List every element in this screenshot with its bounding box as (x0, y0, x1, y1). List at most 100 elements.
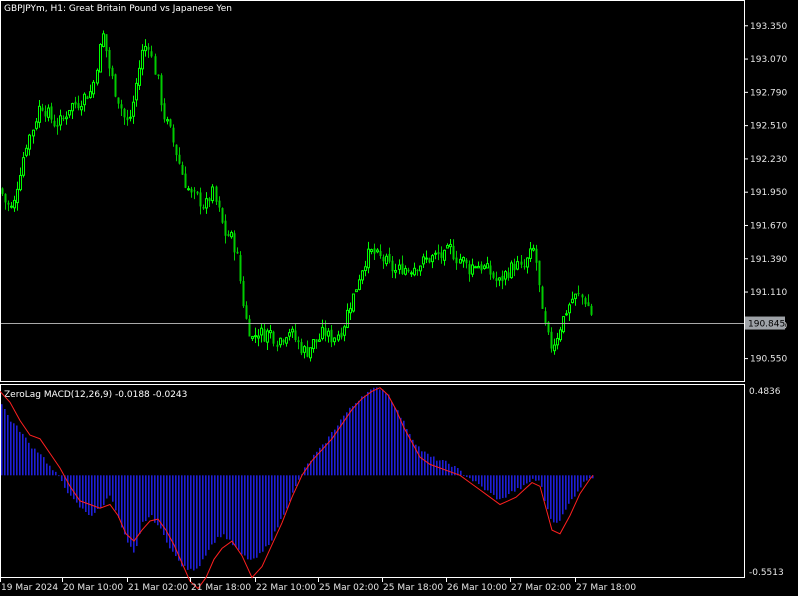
macd-bar (382, 389, 384, 476)
candle-body (1, 188, 4, 194)
time-tick-label: 22 Mar 10:00 (256, 583, 316, 593)
candle-body (175, 144, 178, 156)
candle-body (288, 332, 291, 337)
macd-bar (115, 475, 117, 511)
time-tick-label: 20 Mar 10:00 (63, 583, 123, 593)
macd-bar (280, 475, 282, 519)
candle-body (373, 248, 376, 254)
macd-bar (82, 475, 84, 509)
macd-bar (358, 400, 360, 476)
candle-body (44, 111, 47, 117)
macd-bar (355, 403, 357, 476)
candle-body (489, 265, 492, 275)
candle-body (254, 335, 257, 338)
candle-body (349, 308, 352, 314)
price-tick-label: 193.070 (750, 55, 787, 65)
candle-body (163, 103, 166, 120)
candle-body (462, 256, 465, 262)
candle-body (129, 116, 132, 119)
macd-bar (19, 431, 21, 476)
macd-bar (100, 475, 102, 508)
macd-bar (511, 475, 513, 492)
candle-body (318, 339, 321, 342)
macd-bar (346, 412, 348, 476)
macd-bar (43, 457, 45, 476)
macd-bar (544, 475, 546, 502)
candle-body (86, 96, 89, 100)
candle-body (157, 74, 160, 76)
price-tick-label: 191.390 (750, 255, 787, 265)
candle-body (62, 118, 65, 120)
macd-bar (502, 475, 504, 499)
candle-body (28, 134, 31, 150)
macd-bar (181, 475, 183, 567)
macd-bar (271, 475, 273, 541)
candle-body (181, 164, 184, 175)
macd-bar (250, 475, 252, 560)
macd-bar (79, 475, 81, 508)
candle-body (218, 200, 221, 208)
candle-body (358, 279, 361, 290)
candle-body (449, 244, 452, 248)
time-tick-label: 27 Mar 02:00 (511, 583, 571, 593)
candle-body (520, 261, 523, 265)
candle-body (211, 186, 214, 202)
candle-body (440, 252, 443, 258)
time-tick-label: 25 Mar 18:00 (383, 583, 443, 593)
candle-body (584, 298, 587, 305)
macd-bar (88, 475, 90, 516)
macd-bar (70, 475, 72, 496)
candle-body (425, 257, 428, 260)
macd-bar (58, 475, 60, 477)
candle-body (370, 249, 373, 252)
time-tick-label: 26 Mar 10:00 (447, 583, 507, 593)
candle-body (260, 327, 263, 336)
macd-bar (421, 451, 423, 476)
price-tick-label: 192.230 (750, 155, 787, 165)
candle-body (553, 344, 556, 352)
macd-bar (583, 475, 585, 482)
current-price-label: 190.845 (748, 320, 785, 330)
macd-bar (499, 475, 501, 500)
candle-body (215, 186, 218, 202)
candle-body (459, 258, 462, 264)
candle-body (550, 331, 553, 349)
candle-body (138, 67, 141, 86)
macd-bar (472, 475, 474, 482)
candle-body (126, 117, 129, 121)
macd-bar (589, 475, 591, 479)
candle-body (535, 248, 538, 263)
macd-bar (187, 475, 189, 570)
candle-body (83, 93, 86, 106)
candle-body (388, 253, 391, 262)
candle-body (123, 108, 126, 118)
candle-body (10, 205, 13, 208)
candle-body (465, 259, 468, 264)
macd-bar (397, 410, 399, 476)
candle-body (236, 251, 239, 254)
macd-bar (478, 475, 480, 485)
macd-bar (262, 475, 264, 552)
candle-body (437, 252, 440, 255)
candle-body (455, 257, 458, 264)
macd-bar (391, 401, 393, 476)
macd-bar (217, 475, 219, 537)
candle-body (166, 119, 169, 122)
candle-body (141, 49, 144, 70)
macd-bar (28, 442, 30, 476)
candle-body (7, 202, 10, 205)
macd-bar (364, 395, 366, 476)
candle-body (574, 293, 577, 299)
macd-bar (550, 475, 552, 519)
candle-body (333, 337, 336, 343)
candle-body (77, 103, 80, 109)
macd-bar (442, 459, 444, 476)
macd-bar (286, 475, 288, 509)
candle-body (562, 316, 565, 333)
candle-body (541, 286, 544, 309)
candle-body (221, 208, 224, 223)
macd-bar (142, 475, 144, 522)
candle-body (108, 49, 111, 69)
candle-body (233, 233, 236, 253)
macd-bar (16, 425, 18, 476)
